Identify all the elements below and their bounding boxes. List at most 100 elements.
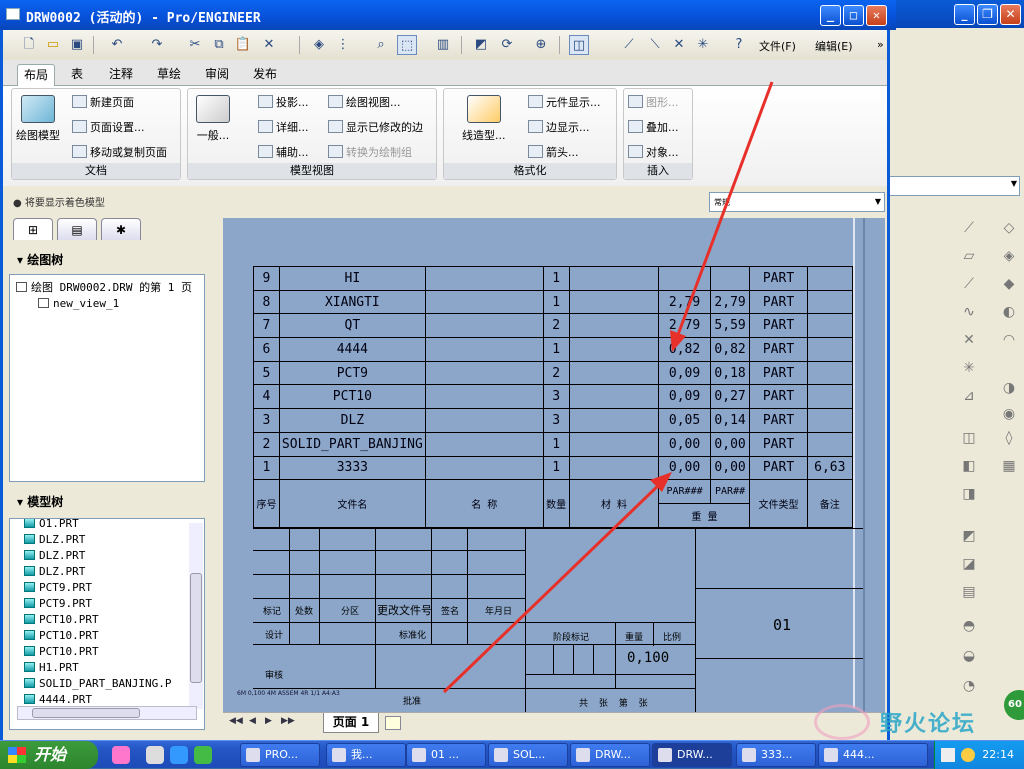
model-tree-item[interactable]: PCT10.PRT [24, 629, 99, 642]
menu-file[interactable]: 文件(F) [759, 38, 796, 54]
curve-tool-icon[interactable]: ∿ [958, 302, 980, 322]
model-tree-item[interactable]: DLZ.PRT [24, 533, 85, 546]
point-tool-icon[interactable]: ✕ [958, 330, 980, 350]
round-tool-icon[interactable]: ◑ [998, 378, 1020, 398]
drawing-model-button[interactable]: 绘图模型 [16, 95, 60, 143]
media-player-icon[interactable] [194, 746, 212, 764]
model-tree-hscroll[interactable] [17, 706, 197, 720]
undo-icon[interactable]: ↶ [107, 35, 127, 55]
graph-button[interactable]: 图形... [628, 95, 679, 111]
csys-tool-icon[interactable]: ✳ [958, 358, 980, 378]
page-setup-button[interactable]: 页面设置... [72, 120, 145, 136]
taskbar-button[interactable]: DRW... [570, 743, 650, 767]
bg-close-button[interactable]: ✕ [1000, 4, 1021, 25]
taskbar-button[interactable]: PRO... [240, 743, 320, 767]
extrude-tool-icon[interactable]: ◇ [998, 218, 1020, 238]
tab-publish[interactable]: 发布 [247, 64, 283, 86]
paste-icon[interactable]: 📋 [233, 35, 253, 55]
model-info-icon[interactable]: ▥ [433, 35, 453, 55]
drawing-tree-header[interactable]: ▾ 绘图树 [9, 248, 205, 272]
chamfer-tool-icon[interactable]: ◉ [998, 404, 1020, 424]
tab-table[interactable]: 表 [65, 64, 89, 86]
minimize-button[interactable]: _ [820, 5, 841, 26]
taskbar-button[interactable]: 01 ... [406, 743, 486, 767]
blend-tool-icon[interactable]: ◐ [998, 302, 1020, 322]
taskbar-button[interactable]: 333... [736, 743, 816, 767]
ie-icon[interactable] [170, 746, 188, 764]
keyboard-icon[interactable] [941, 748, 955, 762]
plane-tool-icon[interactable]: ▱ [958, 246, 980, 266]
bg-restore-button[interactable]: ❐ [977, 4, 998, 25]
start-button[interactable]: 开始 [0, 741, 98, 769]
model-tree-item[interactable]: PCT9.PRT [24, 581, 92, 594]
merge-tool-icon[interactable]: ◩ [958, 526, 980, 546]
general-view-button[interactable]: 一般... [196, 95, 230, 143]
maximize-button[interactable]: □ [843, 5, 864, 26]
select-box-icon[interactable]: ⬚ [397, 35, 417, 55]
prev-sheet-button[interactable]: ◀ [249, 716, 256, 726]
scroll-thumb[interactable] [190, 573, 202, 683]
toolbar-overflow[interactable]: » [877, 38, 884, 51]
tab-layout[interactable]: 布局 [17, 64, 56, 86]
projection-button[interactable]: 投影... [258, 95, 309, 111]
datum-axis-icon[interactable]: ⟍ [645, 35, 665, 55]
open-folder-icon[interactable]: ▭ [43, 35, 63, 55]
solidify-tool-icon[interactable]: ◒ [958, 646, 980, 666]
menu-edit[interactable]: 编辑(E) [815, 38, 853, 54]
model-tree-item[interactable]: 4444.PRT [24, 693, 92, 706]
drawing-tree-view[interactable]: new_view_1 [38, 297, 119, 310]
shading-icon[interactable]: ◫ [569, 35, 589, 55]
layers-icon[interactable]: ◈ [309, 35, 329, 55]
refresh-icon[interactable]: ⟳ [497, 35, 517, 55]
save-icon[interactable]: ▣ [67, 35, 87, 55]
thicken-tool-icon[interactable]: ◓ [958, 616, 980, 636]
analysis-tool-icon[interactable]: ⊿ [958, 386, 980, 406]
new-sheet-button[interactable]: 新建页面 [72, 95, 134, 111]
selection-filter-dropdown[interactable]: 常规 ▼ [709, 192, 885, 212]
cut-icon[interactable]: ✂ [185, 35, 205, 55]
taskbar-button[interactable]: SOL... [488, 743, 568, 767]
revolve-tool-icon[interactable]: ◈ [998, 246, 1020, 266]
component-display-button[interactable]: 元件显示... [528, 95, 601, 111]
model-tree-item[interactable]: DLZ.PRT [24, 549, 85, 562]
tab-sketch[interactable]: 草绘 [151, 64, 187, 86]
zoom-icon[interactable]: ⊕ [531, 35, 551, 55]
axis-tool-icon[interactable]: ⟋ [958, 274, 980, 294]
favorites-tab[interactable]: ✱ [101, 218, 141, 240]
offset-tool-icon[interactable]: ▤ [958, 582, 980, 602]
new-sheet-icon[interactable] [385, 716, 401, 730]
model-tree-item[interactable]: DLZ.PRT [24, 565, 85, 578]
trim-tool-icon[interactable]: ◪ [958, 554, 980, 574]
new-file-icon[interactable]: 🗋 [19, 35, 39, 55]
bg-minimize-button[interactable]: _ [954, 4, 975, 25]
detail-button[interactable]: 详细... [258, 120, 309, 136]
taskbar-button[interactable]: 我... [326, 743, 406, 767]
model-tree-item[interactable]: PCT9.PRT [24, 597, 92, 610]
model-tree-vscroll[interactable] [189, 523, 203, 709]
edge-display-button[interactable]: 边显示... [528, 120, 590, 136]
model-tree-item[interactable]: SOLID_PART_BANJING.P [24, 677, 171, 690]
line-style-button[interactable]: 线造型... [462, 95, 506, 143]
pattern-tool-icon[interactable]: ▦ [998, 456, 1020, 476]
surface-tool-icon[interactable]: ◠ [998, 330, 1020, 350]
regenerate-icon[interactable]: ◩ [471, 35, 491, 55]
redo-icon[interactable]: ↷ [147, 35, 167, 55]
model-tree-item[interactable]: PCT10.PRT [24, 645, 99, 658]
bg-dropdown[interactable]: ▼ [888, 176, 1020, 196]
model-tree-header[interactable]: ▾ 模型树 [9, 490, 205, 514]
model-tree-tab[interactable]: ⊞ [13, 218, 53, 240]
sheet-tab-1[interactable]: 页面 1 [323, 713, 379, 733]
auxiliary-button[interactable]: 辅助... [258, 145, 309, 161]
next-sheet-button[interactable]: ▶ [265, 716, 272, 726]
tree-icon[interactable]: ⋮ [333, 35, 353, 55]
model-tree-item[interactable]: O1.PRT [24, 519, 79, 530]
tray-app-icon[interactable] [961, 748, 975, 762]
move-copy-sheet-button[interactable]: 移动或复制页面 [72, 145, 167, 161]
last-sheet-button[interactable]: ▶▶ [281, 716, 295, 726]
show-modified-edges-button[interactable]: 显示已修改的边 [328, 120, 423, 136]
mirror-tool-icon[interactable]: ◨ [958, 484, 980, 504]
rib-tool-icon[interactable]: ◧ [958, 456, 980, 476]
datum-csys-icon[interactable]: ✳ [693, 35, 713, 55]
drawing-canvas[interactable]: 9 HI 1 PART 8 XIANGTI 1 2,79 2,79 PART 7 QT 2 2,79 5,5… [223, 218, 863, 712]
wrap-tool-icon[interactable]: ◔ [958, 676, 980, 696]
